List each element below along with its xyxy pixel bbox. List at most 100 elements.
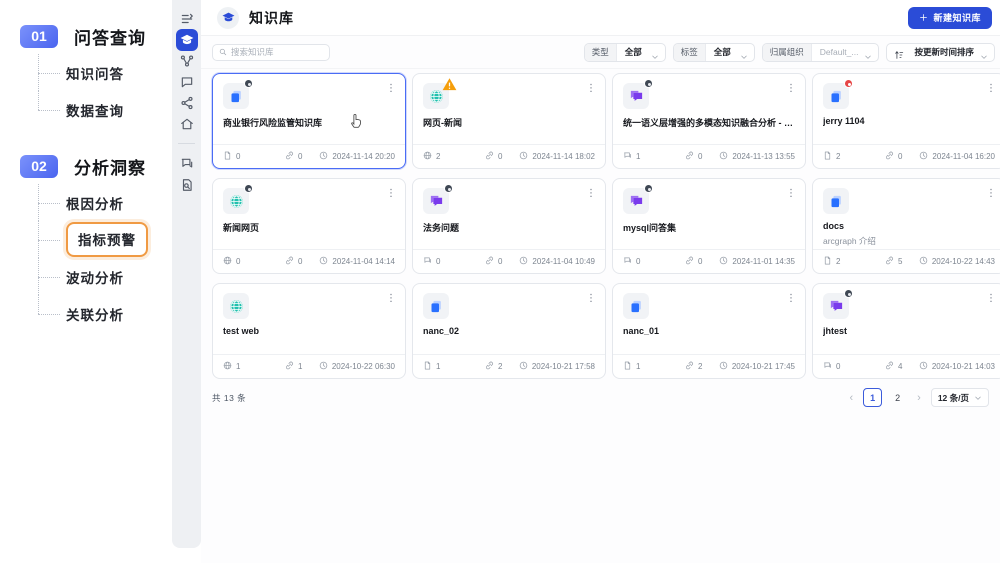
knowledge-base-card[interactable]: ⋮ 新闻网页 002024-11-04 14:14 [212, 178, 406, 274]
next-page-button[interactable]: › [915, 392, 923, 404]
knowledge-base-card[interactable]: ⋮docsarcgraph 介绍252024-10-22 14:43 [812, 178, 1000, 274]
tree-connector [38, 73, 60, 74]
item-count: 0 [436, 257, 440, 266]
home-icon[interactable] [179, 116, 194, 131]
kebab-menu-icon[interactable]: ⋮ [786, 189, 796, 199]
share-nodes-icon[interactable] [179, 95, 194, 110]
knowledge-base-card[interactable]: ⋮法务问题002024-11-04 10:49 [412, 178, 606, 274]
panel-toggle-icon[interactable] [179, 11, 194, 26]
filter-value: 全部 [706, 46, 740, 58]
knowledge-base-card[interactable]: ⋮test web112024-10-22 06:30 [212, 283, 406, 379]
highlight-box: 指标预警 [66, 222, 148, 257]
kebab-menu-icon[interactable]: ⋮ [786, 294, 796, 304]
kebab-menu-icon[interactable]: ⋮ [586, 189, 596, 199]
workflow-icon[interactable] [179, 53, 194, 68]
link-count-icon [885, 361, 894, 372]
card-footer: 252024-10-22 14:43 [813, 249, 1000, 273]
kebab-menu-icon[interactable]: ⋮ [386, 189, 396, 199]
new-knowledge-base-button[interactable]: 新建知识库 [908, 7, 992, 29]
knowledge-base-icon[interactable] [176, 29, 198, 51]
page-button-1[interactable]: 1 [863, 388, 882, 407]
messages-icon[interactable] [179, 156, 194, 171]
link-count: 5 [898, 257, 902, 266]
filter-2[interactable]: 标签全部 [673, 43, 755, 62]
knowledge-base-card[interactable]: ⋮mysql问答集002024-11-01 14:35 [612, 178, 806, 274]
updated-date: 2024-11-04 10:49 [532, 257, 595, 266]
prev-page-button[interactable]: ‹ [847, 392, 855, 404]
kebab-menu-icon[interactable]: ⋮ [986, 294, 996, 304]
clock-icon [519, 256, 528, 267]
page-size-select[interactable]: 12 条/页 [931, 388, 989, 407]
doc-count-icon [623, 361, 632, 372]
doc-type-icon [423, 293, 449, 319]
knowledge-base-card[interactable]: ⋮网页-新闻202024-11-14 18:02 [412, 73, 606, 169]
sidebar-item[interactable]: 关联分析 [0, 295, 172, 332]
link-count-icon [485, 256, 494, 267]
filter-label: 标签 [674, 44, 706, 61]
chat-count-icon [423, 256, 432, 267]
chat-icon[interactable] [179, 74, 194, 89]
kebab-menu-icon[interactable]: ⋮ [786, 84, 796, 94]
card-title: 新闻网页 [223, 221, 395, 234]
card-title: jerry 1104 [823, 116, 995, 126]
card-title: jhtest [823, 326, 995, 336]
main-content: 知识库 新建知识库 类型全部标签全部归属组织Default_...按更新时间排序… [201, 0, 1000, 563]
kebab-menu-icon[interactable]: ⋮ [986, 189, 996, 199]
sidebar-item[interactable]: 波动分析 [0, 258, 172, 295]
kebab-menu-icon[interactable]: ⋮ [586, 84, 596, 94]
link-count-icon [685, 361, 694, 372]
kebab-menu-icon[interactable]: ⋮ [986, 84, 996, 94]
chat-count-icon [823, 361, 832, 372]
clock-icon [319, 361, 328, 372]
web-type-icon [223, 188, 249, 214]
filter-1[interactable]: 类型全部 [584, 43, 666, 62]
knowledge-base-card[interactable]: ⋮ nanc_01 122024-10-21 17:45 [612, 283, 806, 379]
knowledge-base-card[interactable]: ⋮ jhtest 042024-10-21 14:03 [812, 283, 1000, 379]
kebab-menu-icon[interactable]: ⋮ [586, 294, 596, 304]
sort-select[interactable]: 按更新时间排序 [886, 43, 995, 62]
sidebar-item[interactable]: 根因分析 [0, 184, 172, 221]
card-footer: 122024-10-21 17:45 [613, 354, 805, 378]
card-footer: 042024-10-21 14:03 [813, 354, 1000, 378]
doc-count-icon [823, 256, 832, 267]
card-title: nanc_01 [623, 326, 795, 336]
link-count-icon [485, 361, 494, 372]
plus-icon [919, 13, 928, 22]
knowledge-base-card[interactable]: ⋮jerry 1104202024-11-04 16:20 [812, 73, 1000, 169]
item-count: 2 [836, 152, 840, 161]
card-footer: 002024-11-04 14:14 [213, 249, 405, 273]
sidebar-item[interactable]: 数据查询 [0, 91, 172, 128]
doc-search-icon[interactable] [179, 177, 194, 192]
link-count-icon [685, 151, 694, 162]
link-count-icon [285, 256, 294, 267]
knowledge-base-card[interactable]: ⋮统一语义层增强的多模态知识融合分析 - 问答102024-11-13 13:5… [612, 73, 806, 169]
filter-label: 类型 [585, 44, 617, 61]
item-count: 0 [236, 152, 240, 161]
section-number-badge: 02 [20, 155, 58, 178]
chat-count-icon [623, 256, 632, 267]
page-button-2[interactable]: 2 [888, 388, 907, 407]
knowledge-base-card[interactable]: ⋮商业银行风险监管知识库002024-11-14 20:20 [212, 73, 406, 169]
web-type-icon [423, 83, 449, 109]
updated-date: 2024-11-14 18:02 [532, 152, 595, 161]
filter-value: 全部 [617, 46, 651, 58]
search-input[interactable] [231, 47, 323, 57]
private-badge-icon [444, 184, 453, 193]
knowledge-base-card[interactable]: ⋮nanc_02122024-10-21 17:58 [412, 283, 606, 379]
item-count: 0 [636, 257, 640, 266]
updated-date: 2024-11-01 14:35 [732, 257, 795, 266]
chevron-down-icon [974, 394, 982, 402]
filter-3[interactable]: 归属组织Default_... [762, 43, 880, 62]
section-title: 分析洞察 [74, 154, 146, 179]
item-count: 2 [436, 152, 440, 161]
card-footer: 002024-11-01 14:35 [613, 249, 805, 273]
kebab-menu-icon[interactable]: ⋮ [386, 84, 396, 94]
kebab-menu-icon[interactable]: ⋮ [386, 294, 396, 304]
private-badge-icon [244, 184, 253, 193]
chat-count-icon [623, 151, 632, 162]
sidebar-item[interactable]: 知识问答 [0, 54, 172, 91]
sidebar-section-02: 02 分析洞察根因分析指标预警波动分析关联分析 [0, 154, 172, 332]
filter-bar: 类型全部标签全部归属组织Default_...按更新时间排序 [584, 43, 995, 62]
sidebar-item[interactable]: 指标预警 [0, 221, 172, 258]
chat-type-icon [423, 188, 449, 214]
